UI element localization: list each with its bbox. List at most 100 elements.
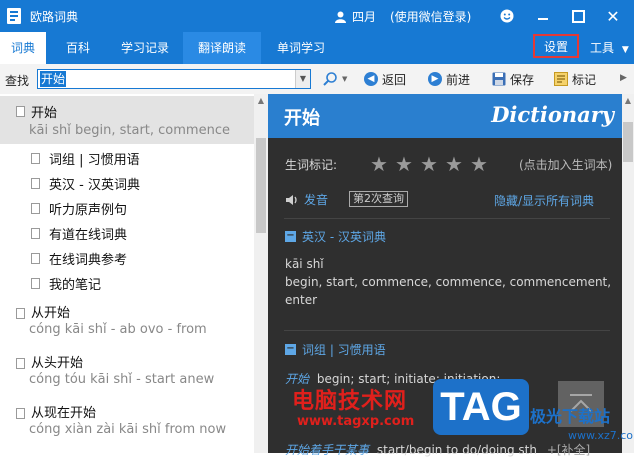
query-count-badge: 第2次查询 [349,191,408,207]
list-item-pinyin: cóng xiàn zài kāi shǐ from now [29,422,227,437]
user-account[interactable]: 四月 [335,8,376,25]
document-icon [16,358,25,369]
sub-dict-item[interactable]: 有道在线词典 [31,224,127,243]
search-options[interactable]: ▼ [322,71,347,87]
definition-text: begin, start, commence, commence, commen… [285,275,612,289]
tab-study-records[interactable]: 学习记录 [110,32,180,64]
tab-dictionary[interactable]: 词典 [0,32,46,64]
save-label: 保存 [510,72,535,87]
definition-header: 开始 Dictionary [268,94,622,138]
watermark-text: 电脑技术网 [292,389,408,414]
pronounce-label: 发音 [304,193,329,207]
definition-pinyin: kāi shǐ [285,257,324,271]
document-icon [31,203,40,214]
main-nav: 词典 百科 学习记录 翻译朗读 单词学习 设置 工具 ▼ [0,32,634,64]
list-item-word: 从头开始 [31,356,84,371]
search-icon [323,72,337,86]
tab-word-learning[interactable]: 单词学习 [266,32,336,64]
list-item[interactable]: 从现在开始 cóng xiàn zài kāi shǐ from now [0,398,254,448]
star-icon[interactable]: ★ [445,152,463,176]
section-title: 英汉 - 汉英词典 [302,230,386,244]
tab-encyclopedia[interactable]: 百科 [52,32,104,64]
phrase-word[interactable]: 开始 [285,443,309,457]
tools-label: 工具 [590,41,615,55]
back-button[interactable]: ◀ 返回 [364,71,406,87]
document-icon [16,106,25,117]
list-item-pinyin: cóng tóu kāi shǐ - start anew [29,372,215,387]
speaker-icon [286,194,297,205]
results-scrollbar[interactable]: ▲ [254,94,268,453]
forward-button[interactable]: ▶ 前进 [428,71,470,87]
window-title: 欧路词典 [30,10,79,24]
divider [284,330,610,331]
star-icon[interactable]: ★ [420,152,438,176]
definition-scrollbar[interactable]: ▲ [622,94,634,453]
mark-button[interactable]: 标记 [554,71,596,87]
sub-dict-item[interactable]: 我的笔记 [31,274,101,293]
section-header-phrases[interactable]: − 词组 | 习惯用语 [285,341,386,358]
search-input-value: 开始 [40,71,67,87]
dictionary-brand: Dictionary [491,102,614,127]
mark-label: 标记 [572,72,597,87]
list-item-word: 从现在开始 [31,406,97,421]
chevron-down-icon: ▼ [342,75,348,83]
section-header-en-zh[interactable]: − 英汉 - 汉英词典 [285,228,386,245]
add-to-wordbook-link[interactable]: (点击加入生词本) [519,156,612,173]
smiley-icon[interactable] [497,6,517,26]
forward-label: 前进 [446,72,471,87]
divider [284,218,610,219]
phrase-extra[interactable]: +[补全] [547,443,590,457]
sub-dict-item[interactable]: 听力原声例句 [31,199,127,218]
watermark-right-url: www.xz7.com [568,429,634,442]
phrase-entry: 开始着手干某事 start/begin to do/doing sth +[补全… [285,441,590,458]
list-item[interactable]: 从开始 cóng kāi shǐ - ab ovo - from [0,298,254,346]
tools-menu[interactable]: 工具 ▼ [590,32,629,64]
definition-text: enter [285,293,318,307]
pronounce-button[interactable]: 发音 [285,191,328,208]
title-bar: 欧路词典 四月 (使用微信登录) ✕ [0,0,634,32]
list-item-pinyin: kāi shǐ begin, start, commence [29,123,230,138]
scroll-up-icon[interactable]: ▲ [254,96,268,105]
save-button[interactable]: 保存 [492,71,534,87]
tab-translate[interactable]: 翻译朗读 [183,32,261,64]
app-logo-icon [7,8,21,24]
sub-dict-label: 有道在线词典 [49,228,128,243]
collapse-icon[interactable]: − [285,231,296,242]
watermark-right-text: 极光下载站 [530,407,611,426]
maximize-icon[interactable] [568,6,588,26]
document-icon [31,153,40,164]
dropdown-arrow-icon[interactable]: ▼ [295,70,310,88]
watermark-url: www.tagxp.com [297,414,415,429]
settings-button[interactable]: 设置 [533,34,579,58]
phrase-word-tail[interactable]: 着手干某事 [309,443,369,457]
headword: 开始 [284,108,320,129]
sub-dict-label: 英汉 - 汉英词典 [49,178,140,193]
sub-dict-item[interactable]: 词组 | 习惯用语 [31,149,140,168]
toggle-all-dicts-link[interactable]: 隐藏/显示所有词典 [494,192,594,209]
scroll-up-icon[interactable]: ▲ [622,96,634,105]
forward-arrow-icon: ▶ [428,72,442,86]
list-item-word: 开始 [31,106,58,121]
sub-dict-item[interactable]: 在线词典参考 [31,249,127,268]
list-item[interactable]: 开始 kāi shǐ begin, start, commence [0,96,254,144]
sub-dict-item[interactable]: 英汉 - 汉英词典 [31,174,140,193]
collapse-icon[interactable]: − [285,344,296,355]
star-icon[interactable]: ★ [395,152,413,176]
close-icon[interactable]: ✕ [603,6,623,26]
save-icon [492,72,506,86]
document-icon [16,408,25,419]
list-item[interactable]: 从头开始 cóng tóu kāi shǐ - start anew [0,348,254,396]
minimize-icon[interactable] [533,6,553,26]
scrollbar-thumb[interactable] [256,138,266,233]
search-input[interactable]: 开始 ▼ [37,69,311,89]
sub-dict-label: 听力原声例句 [49,203,128,218]
document-icon [31,228,40,239]
star-icon[interactable]: ★ [370,152,388,176]
list-item-word: 从开始 [31,306,71,321]
document-icon [31,178,40,189]
login-status[interactable]: (使用微信登录) [390,8,471,25]
document-icon [31,278,40,289]
overflow-chevron-icon[interactable]: ▶ [620,73,627,83]
scrollbar-thumb[interactable] [623,122,633,162]
star-icon[interactable]: ★ [470,152,488,176]
